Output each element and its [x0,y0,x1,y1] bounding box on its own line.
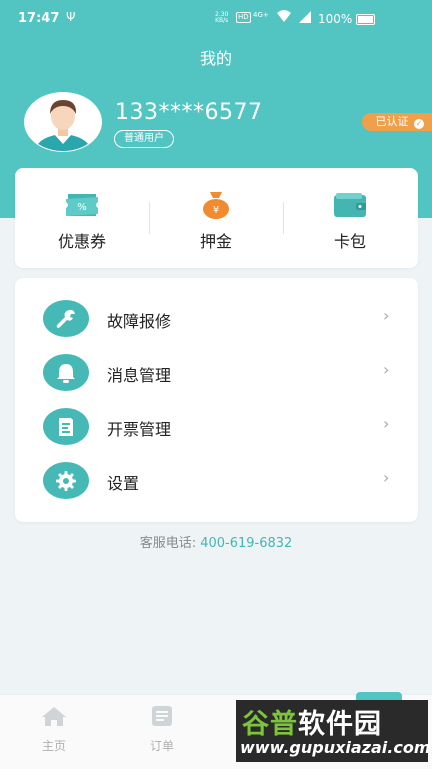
menu-item-label: 故障报修 [107,308,171,332]
chevron-right-icon: › [383,414,389,433]
network-type: 4G+ [253,11,269,19]
status-time: 17:47 [18,11,59,26]
coupon-icon: % [64,190,100,220]
user-type-badge: 普通用户 [114,130,174,148]
quick-action-label: 押金 [149,228,283,252]
tab-orders[interactable]: 订单 [122,705,202,754]
battery-percent: 100% [318,12,352,26]
tab-label: 主页 [14,737,94,754]
hd-badge: HD [236,12,251,23]
verified-badge[interactable]: 已认证 ✓ [362,113,432,131]
battery-icon [356,14,375,25]
wallet-icon [332,190,368,220]
watermark-logo: 谷普软件园 www.gupuxiazai.com [236,700,428,762]
svg-text:%: % [77,202,87,213]
menu-card: 故障报修 › 消息管理 › 开票管理 › 设置 › [15,278,418,522]
service-label: 客服电话: [140,536,196,551]
deposit-bag-icon: ¥ [198,190,234,220]
scan-button-edge[interactable] [356,692,402,700]
chevron-right-icon: › [383,468,389,487]
menu-item-label: 设置 [107,470,139,494]
quick-action-coupon[interactable]: % 优惠券 [15,168,149,268]
quick-action-wallet[interactable]: 卡包 [283,168,417,268]
signal-icon [298,10,312,28]
watermark-brand: 谷普软件园 [242,702,382,741]
menu-item-label: 开票管理 [107,416,171,440]
quick-actions-card: % 优惠券 ¥ 押金 卡包 [15,168,418,268]
quick-action-deposit[interactable]: ¥ 押金 [149,168,283,268]
network-speed: 2.30KB/s [215,12,228,24]
svg-text:¥: ¥ [213,205,219,216]
user-phone: 133****6577 [115,100,262,125]
page-title: 我的 [0,45,432,69]
usb-icon: Ψ [66,10,75,24]
service-phone-link[interactable]: 400-619-6832 [200,536,292,551]
verified-label: 已认证 [376,115,409,128]
user-avatar[interactable] [24,92,102,152]
menu-item-label: 消息管理 [107,362,171,386]
menu-item-messages[interactable]: 消息管理 › [15,332,418,386]
status-bar: 17:47 Ψ 2.30KB/s HD 4G+ 100% [0,0,432,38]
watermark-url: www.gupuxiazai.com [240,738,431,757]
customer-service: 客服电话: 400-619-6832 [0,532,432,551]
menu-item-invoice[interactable]: 开票管理 › [15,386,418,440]
tab-home[interactable]: 主页 [14,705,94,754]
check-icon: ✓ [414,119,424,129]
menu-item-settings[interactable]: 设置 › [15,440,418,494]
quick-action-label: 卡包 [283,228,417,252]
chevron-right-icon: › [383,360,389,379]
gear-icon [43,462,89,499]
tab-label: 订单 [122,737,202,754]
order-icon [150,705,174,727]
chevron-right-icon: › [383,306,389,325]
quick-action-label: 优惠券 [15,228,149,252]
home-icon [40,705,68,727]
menu-item-repair[interactable]: 故障报修 › [15,278,418,332]
wifi-icon [276,9,292,27]
